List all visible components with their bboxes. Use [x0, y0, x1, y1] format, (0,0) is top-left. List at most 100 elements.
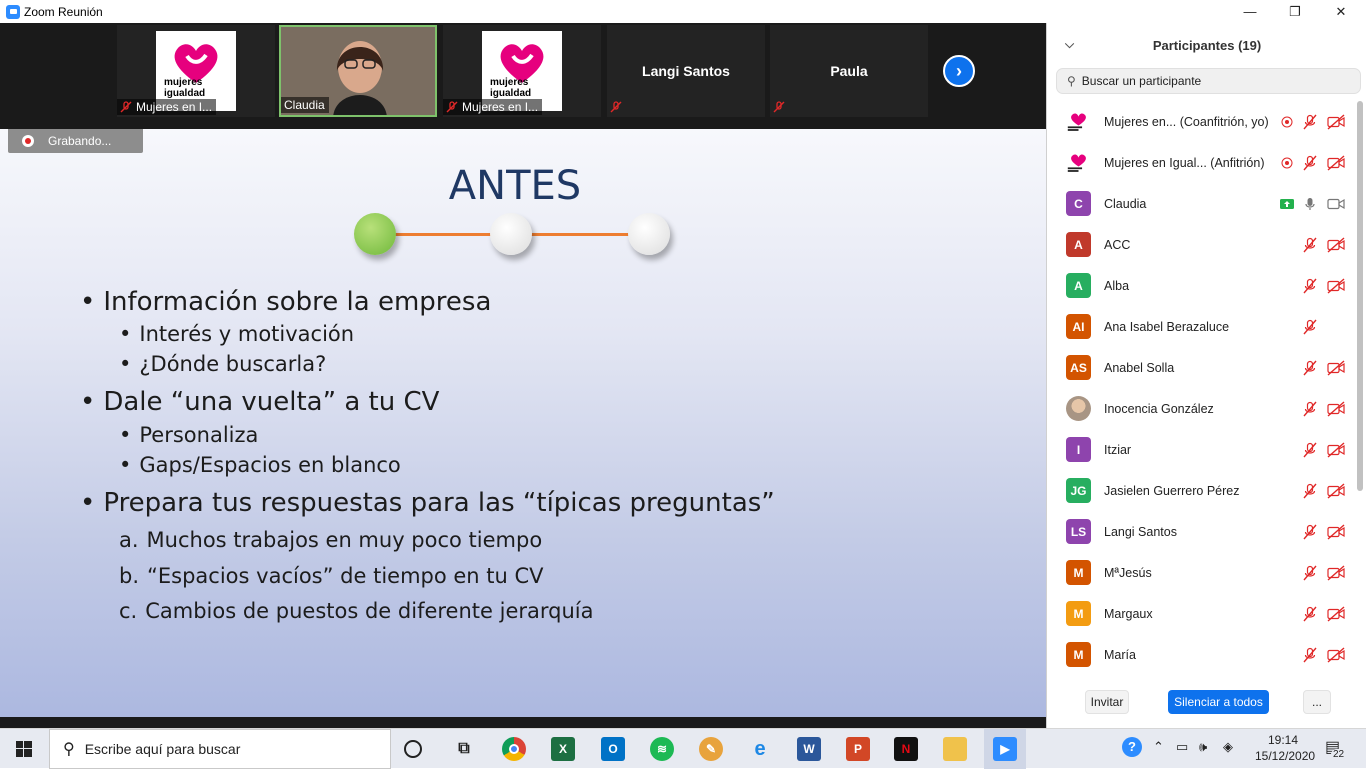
video-off-icon[interactable]: [1326, 482, 1346, 499]
video-tile[interactable]: mujeres igualdad Mujeres en I...: [443, 25, 601, 117]
mic-muted-icon[interactable]: [1302, 278, 1318, 294]
invite-button[interactable]: Invitar: [1085, 690, 1129, 714]
participant-row[interactable]: LS Langi Santos: [1047, 511, 1357, 552]
mic-muted-icon[interactable]: [1302, 524, 1318, 540]
more-options-button[interactable]: ...: [1303, 690, 1331, 714]
participant-name: Mujeres en Igual... (Anfitrión): [1104, 155, 1265, 170]
participant-row[interactable]: M Margaux: [1047, 593, 1357, 634]
mute-all-button[interactable]: Silenciar a todos: [1168, 690, 1269, 714]
minimize-button[interactable]: —: [1227, 0, 1273, 23]
video-tile[interactable]: Langi Santos: [607, 25, 765, 117]
participant-row[interactable]: M María: [1047, 634, 1357, 675]
svg-text:igualdad: igualdad: [490, 88, 531, 99]
participant-row[interactable]: Mujeres en Igual... (Anfitrión): [1047, 142, 1357, 183]
next-page-button[interactable]: ›: [943, 55, 975, 87]
video-tile[interactable]: mujeres igualdad Mujeres en I...: [117, 25, 275, 117]
help-icon[interactable]: ?: [1122, 737, 1142, 757]
video-off-icon[interactable]: [1326, 441, 1346, 458]
mic-muted-icon[interactable]: [1302, 442, 1318, 458]
video-off-icon[interactable]: [1326, 400, 1346, 417]
video-off-icon[interactable]: [1326, 236, 1346, 253]
bullet-item: • ¿Dónde buscarla?: [119, 352, 327, 376]
participants-scrollbar[interactable]: [1357, 101, 1363, 491]
task-view-icon[interactable]: ⧉: [452, 737, 476, 761]
participant-row[interactable]: AI Ana Isabel Berazaluce: [1047, 306, 1357, 347]
mic-muted-icon[interactable]: [1302, 483, 1318, 499]
recording-indicator[interactable]: Grabando...: [8, 129, 143, 153]
notifications-button[interactable]: ▤ 22: [1325, 737, 1347, 760]
video-off-icon[interactable]: [1326, 523, 1346, 540]
mic-muted-icon[interactable]: [1302, 360, 1318, 376]
bullet-item: • Interés y motivación: [119, 322, 355, 346]
chevron-up-icon[interactable]: ⌃: [1153, 739, 1164, 755]
video-off-icon[interactable]: [1326, 359, 1346, 376]
mic-muted-icon: [120, 101, 132, 113]
svg-text:igualdad: igualdad: [164, 88, 205, 99]
zoom-icon[interactable]: ▶: [993, 737, 1017, 761]
zoom-logo-icon: [6, 4, 20, 19]
netflix-icon[interactable]: N: [894, 737, 918, 761]
participant-row[interactable]: AS Anabel Solla: [1047, 347, 1357, 388]
mic-muted-icon[interactable]: [1302, 237, 1318, 253]
spotify-icon[interactable]: ≋: [650, 737, 674, 761]
mic-icon[interactable]: [1302, 196, 1318, 212]
bullet-item: c. Cambios de puestos de diferente jerarq…: [119, 599, 594, 623]
mic-muted-icon[interactable]: [1302, 114, 1318, 130]
mic-muted-icon[interactable]: [1302, 155, 1318, 171]
participant-row[interactable]: JG Jasielen Guerrero Pérez: [1047, 470, 1357, 511]
screen-share-icon: [1279, 196, 1295, 212]
outlook-icon[interactable]: O: [601, 737, 625, 761]
dropbox-icon[interactable]: ◈: [1223, 739, 1233, 755]
bullet-item: • Gaps/Espacios en blanco: [119, 453, 401, 477]
edge-icon[interactable]: e: [748, 737, 772, 761]
video-off-icon[interactable]: [1326, 113, 1346, 130]
chevron-down-icon[interactable]: ⌵: [1065, 37, 1074, 52]
bullet-item: a. Muchos trabajos en muy poco tiempo: [119, 528, 543, 552]
participant-row[interactable]: M MªJesús: [1047, 552, 1357, 593]
participant-row[interactable]: Inocencia González: [1047, 388, 1357, 429]
word-icon[interactable]: W: [797, 737, 821, 761]
start-button[interactable]: [0, 729, 48, 769]
network-icon[interactable]: ▭: [1176, 739, 1188, 755]
timeline-line: [530, 233, 630, 236]
video-off-icon[interactable]: [1326, 564, 1346, 581]
slide-title: ANTES: [448, 163, 582, 209]
video-off-icon[interactable]: [1326, 605, 1346, 622]
record-icon: [22, 135, 34, 147]
taskbar-search-input[interactable]: ⚲ Escribe aquí para buscar: [49, 729, 391, 769]
paint-icon[interactable]: ✎: [699, 737, 723, 761]
video-icon[interactable]: [1326, 196, 1346, 212]
powerpoint-icon[interactable]: P: [846, 737, 870, 761]
tile-big-name: Langi Santos: [642, 63, 730, 79]
volume-icon[interactable]: 🕪: [1199, 739, 1207, 755]
mic-muted-icon[interactable]: [1302, 647, 1318, 663]
tile-name: Claudia: [281, 97, 329, 113]
excel-icon[interactable]: X: [551, 737, 575, 761]
chrome-icon[interactable]: [502, 737, 526, 761]
participant-row[interactable]: I Itziar: [1047, 429, 1357, 470]
avatar: JG: [1066, 478, 1091, 503]
close-button[interactable]: ✕: [1318, 0, 1364, 23]
tile-name: Mujeres en I...: [443, 99, 543, 115]
avatar: A: [1066, 273, 1091, 298]
mic-muted-icon[interactable]: [1302, 401, 1318, 417]
video-tile[interactable]: Paula: [770, 25, 928, 117]
system-clock[interactable]: 19:14 15/12/2020: [1255, 732, 1315, 764]
avatar: M: [1066, 601, 1091, 626]
maximize-button[interactable]: ❐: [1272, 0, 1318, 23]
participant-row[interactable]: C Claudia: [1047, 183, 1357, 224]
participant-search-input[interactable]: ⚲ Buscar un participante: [1056, 68, 1361, 94]
mic-muted-icon[interactable]: [1302, 319, 1318, 335]
video-off-icon[interactable]: [1326, 277, 1346, 294]
recording-label: Grabando...: [48, 134, 112, 148]
mic-muted-icon[interactable]: [1302, 565, 1318, 581]
participant-row[interactable]: A ACC: [1047, 224, 1357, 265]
video-off-icon[interactable]: [1326, 154, 1346, 171]
participant-row[interactable]: Mujeres en... (Coanfitrión, yo): [1047, 101, 1357, 142]
file-explorer-icon[interactable]: [943, 737, 967, 761]
cortana-icon[interactable]: [404, 740, 422, 758]
participant-row[interactable]: A Alba: [1047, 265, 1357, 306]
video-off-icon[interactable]: [1326, 646, 1346, 663]
mic-muted-icon[interactable]: [1302, 606, 1318, 622]
video-tile-active[interactable]: Claudia: [279, 25, 437, 117]
